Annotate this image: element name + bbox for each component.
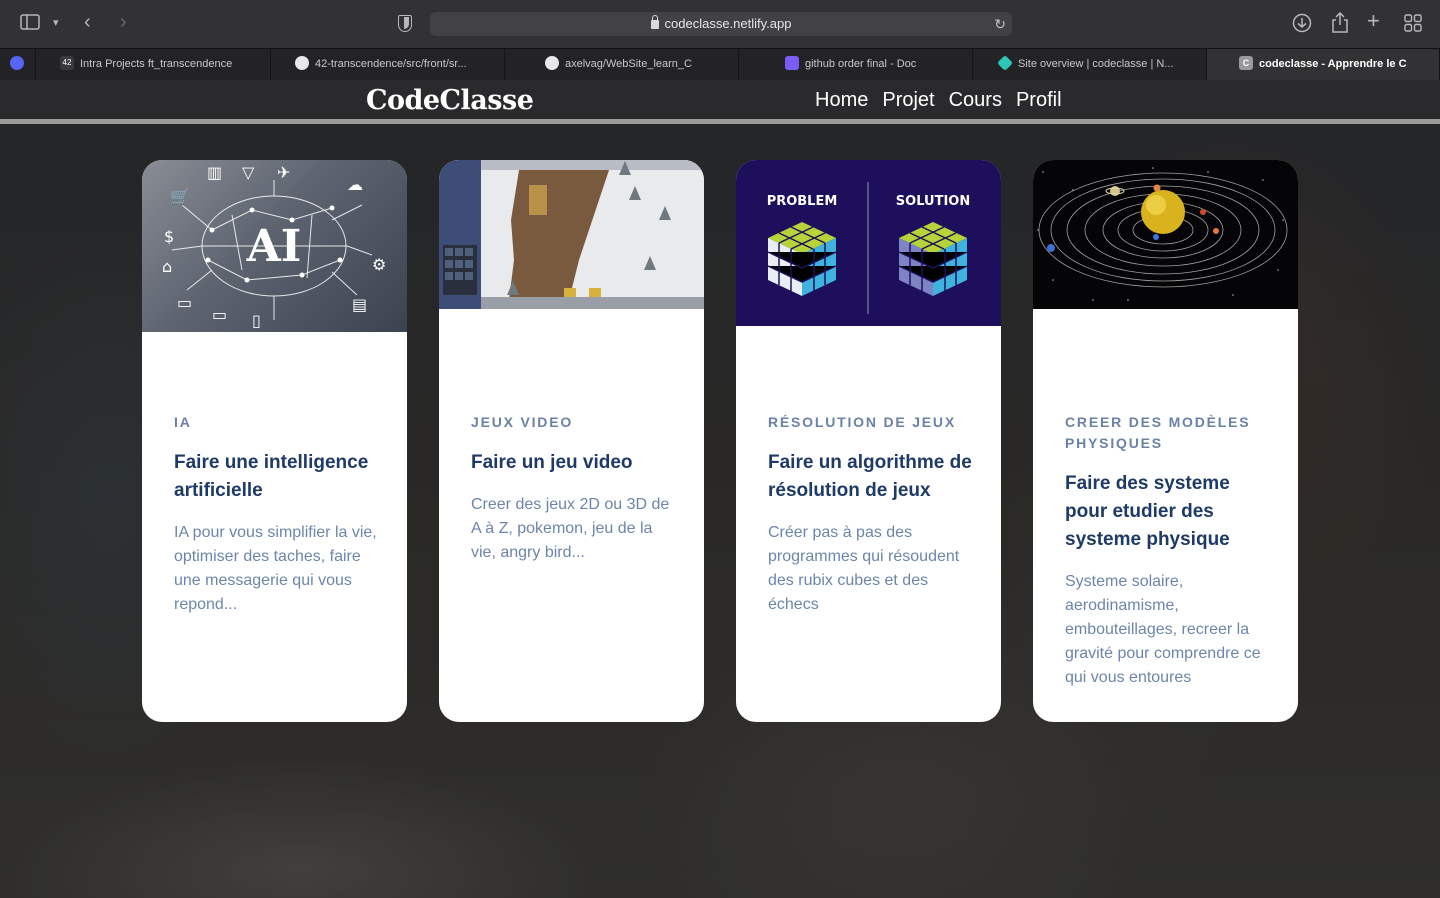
tab-github-transcendence[interactable]: 42-transcendence/src/front/sr...: [271, 49, 505, 80]
svg-text:▥: ▥: [207, 163, 222, 182]
tab-github-website[interactable]: axelvag/WebSite_learn_C: [505, 49, 739, 80]
svg-text:▭: ▭: [177, 293, 192, 312]
card-jeux-video[interactable]: JEUX VIDEO Faire un jeu video Creer des …: [439, 160, 704, 722]
svg-text:▤: ▤: [352, 295, 367, 314]
nav-projet[interactable]: Projet: [882, 89, 934, 112]
card-category: JEUX VIDEO: [471, 414, 574, 430]
svg-text:⌂: ⌂: [162, 257, 172, 276]
doc-icon: [785, 56, 799, 71]
tab-codeclasse[interactable]: Ccodeclasse - Apprendre le C: [1207, 49, 1440, 80]
forward-icon[interactable]: ›: [120, 12, 127, 32]
card-description: Creer des jeux 2D ou 3D de A à Z, pokemo…: [471, 496, 670, 561]
address-bar[interactable]: codeclasse.netlify.app ↻: [430, 12, 1012, 36]
card-category: CREER DES MODÈLES PHYSIQUES: [1065, 414, 1251, 451]
svg-text:▯: ▯: [252, 311, 261, 330]
svg-text:▭: ▭: [212, 305, 227, 324]
game-screenshot-image: [439, 160, 704, 309]
main-nav: Home Projet Cours Profil: [815, 89, 1062, 112]
card-modeles-physiques[interactable]: CREER DES MODÈLES PHYSIQUES Faire des sy…: [1033, 160, 1298, 722]
card-title[interactable]: Faire un jeu video: [471, 449, 676, 477]
back-icon[interactable]: ‹: [84, 12, 91, 32]
card-title[interactable]: Faire un algorithme de résolution de jeu…: [768, 449, 973, 505]
discord-icon: [10, 56, 24, 71]
card-category: RÉSOLUTION DE JEUX: [768, 414, 956, 430]
nav-profil[interactable]: Profil: [1016, 89, 1062, 112]
svg-text:$: $: [164, 227, 174, 246]
github-icon: [545, 56, 559, 71]
tab-discord[interactable]: [0, 49, 36, 80]
privacy-shield-icon[interactable]: [398, 15, 412, 32]
page-viewport: CodeClasse Home Projet Cours Profil AI 🛒…: [0, 80, 1440, 898]
site-header: CodeClasse Home Projet Cours Profil: [0, 80, 1440, 124]
nav-cours[interactable]: Cours: [949, 89, 1002, 112]
card-resolution-jeux[interactable]: PROBLEM SOLUTION RÉSOLUTION DE JEUX Fair…: [736, 160, 1001, 722]
svg-text:▽: ▽: [242, 163, 255, 182]
share-icon[interactable]: [1331, 11, 1349, 40]
tab-overview-icon[interactable]: [1404, 14, 1422, 38]
codeclasse-icon: C: [1239, 56, 1253, 71]
nav-home[interactable]: Home: [815, 89, 868, 112]
tab-netlify-overview[interactable]: Site overview | codeclasse | N...: [973, 49, 1207, 80]
problem-label: PROBLEM: [767, 194, 838, 209]
42-icon: 42: [60, 56, 74, 71]
card-title[interactable]: Faire des systeme pour etudier des syste…: [1065, 470, 1270, 554]
rubiks-problem-solution-image: PROBLEM SOLUTION: [736, 160, 1001, 326]
tab-intra-projects[interactable]: 42 Intra Projects ft_transcendence: [36, 49, 271, 80]
url-text: codeclasse.netlify.app: [664, 16, 792, 31]
solar-system-image: [1033, 160, 1298, 309]
netlify-icon: [997, 55, 1013, 72]
github-icon: [295, 56, 309, 71]
card-description: Systeme solaire, aerodinamisme, emboutei…: [1065, 573, 1261, 686]
card-ia[interactable]: AI 🛒 $ ⌂ ▭ ▭ ▯ ▤ ⚙ ☁ ▥ ▽ ✈ IA Faire une intellig…: [142, 160, 407, 722]
card-category: IA: [174, 414, 192, 430]
svg-text:🛒: 🛒: [170, 187, 190, 206]
svg-text:☁: ☁: [347, 175, 363, 194]
chevron-down-icon[interactable]: ▾: [53, 13, 59, 33]
sidebar-toggle-icon[interactable]: [20, 14, 40, 36]
card-title[interactable]: Faire une intelligence artificielle: [174, 449, 379, 505]
site-logo[interactable]: CodeClasse: [366, 85, 534, 116]
solution-label: SOLUTION: [896, 194, 970, 209]
new-tab-icon[interactable]: +: [1367, 10, 1380, 32]
svg-text:⚙: ⚙: [372, 255, 386, 274]
browser-toolbar: ▾ ‹ › codeclasse.netlify.app ↻ +: [0, 0, 1440, 48]
tab-bar: 42 Intra Projects ft_transcendence 42-tra…: [0, 48, 1440, 80]
tab-github-order-doc[interactable]: github order final - Doc: [739, 49, 973, 80]
ai-brain-image: AI 🛒 $ ⌂ ▭ ▭ ▯ ▤ ⚙ ☁ ▥ ▽ ✈: [142, 160, 407, 332]
card-description: Créer pas à pas des programmes qui résou…: [768, 524, 960, 613]
lock-icon: [650, 15, 659, 29]
ai-image-text: AI: [246, 221, 302, 272]
download-icon[interactable]: [1292, 13, 1312, 39]
card-description: IA pour vous simplifier la vie, optimise…: [174, 524, 377, 613]
reload-icon[interactable]: ↻: [994, 12, 1006, 36]
svg-text:✈: ✈: [277, 163, 290, 182]
